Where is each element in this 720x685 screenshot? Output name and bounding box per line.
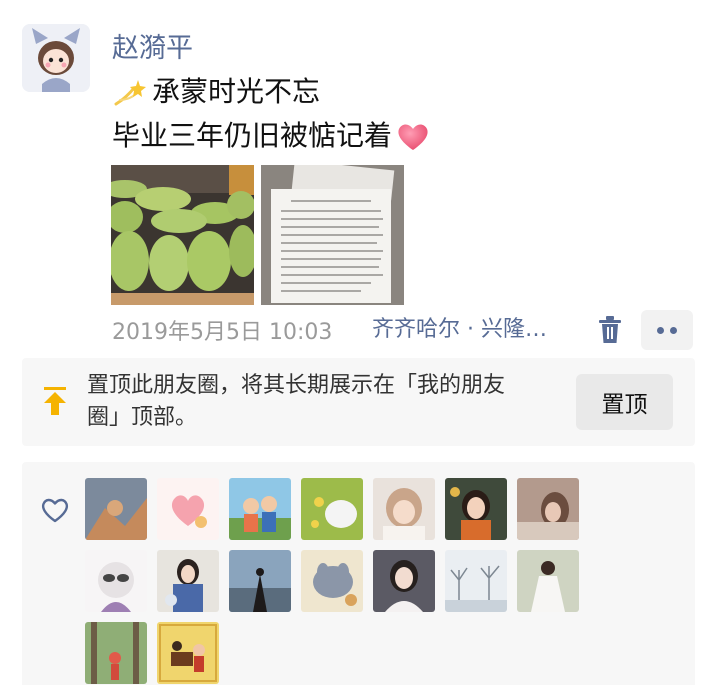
liker-avatar[interactable] xyxy=(517,550,579,612)
likes-panel xyxy=(22,462,695,685)
liker-avatar[interactable] xyxy=(157,622,219,684)
post-line-1: 承蒙时光不忘 xyxy=(152,75,321,108)
liker-avatar[interactable] xyxy=(85,478,147,540)
post-photo-mangoes[interactable] xyxy=(111,165,254,305)
liker-avatar[interactable] xyxy=(229,550,291,612)
post-photo-letter[interactable] xyxy=(261,165,404,305)
liker-avatar[interactable] xyxy=(445,478,507,540)
liker-avatar[interactable] xyxy=(85,550,147,612)
author-avatar[interactable] xyxy=(22,24,90,92)
liker-avatar[interactable] xyxy=(229,478,291,540)
liker-avatar[interactable] xyxy=(445,550,507,612)
post-location[interactable]: 齐齐哈尔 · 兴隆… xyxy=(372,313,547,347)
like-heart-icon xyxy=(40,496,70,524)
post-meta: 2019年5月5日 10:03 xyxy=(112,313,332,347)
liker-avatar[interactable] xyxy=(373,550,435,612)
pin-notice-text: 置顶此朋友圈，将其长期展示在「我的朋友圈」顶部。 xyxy=(87,373,506,430)
liker-avatar[interactable] xyxy=(157,550,219,612)
post-line-2: 毕业三年仍旧被惦记着 xyxy=(112,119,393,152)
trash-icon[interactable] xyxy=(596,315,624,345)
post-text: 承蒙时光不忘 毕业三年仍旧被惦记着 xyxy=(112,70,430,158)
sparkle-emoji-icon xyxy=(112,76,148,108)
liker-avatar[interactable] xyxy=(301,550,363,612)
liker-avatar[interactable] xyxy=(517,478,579,540)
more-dots-icon[interactable] xyxy=(641,310,693,350)
pin-top-button[interactable]: 置顶 xyxy=(576,374,673,430)
liker-avatar[interactable] xyxy=(157,478,219,540)
pin-top-icon xyxy=(42,386,68,416)
pin-notice: 置顶此朋友圈，将其长期展示在「我的朋友圈」顶部。 置顶 xyxy=(22,358,695,446)
liker-avatar[interactable] xyxy=(373,478,435,540)
liker-avatar[interactable] xyxy=(85,622,147,684)
heart-emoji-icon xyxy=(396,121,430,151)
post-timestamp: 2019年5月5日 10:03 xyxy=(112,320,333,345)
liker-avatar[interactable] xyxy=(301,478,363,540)
author-name[interactable]: 赵漪平 xyxy=(112,26,193,65)
